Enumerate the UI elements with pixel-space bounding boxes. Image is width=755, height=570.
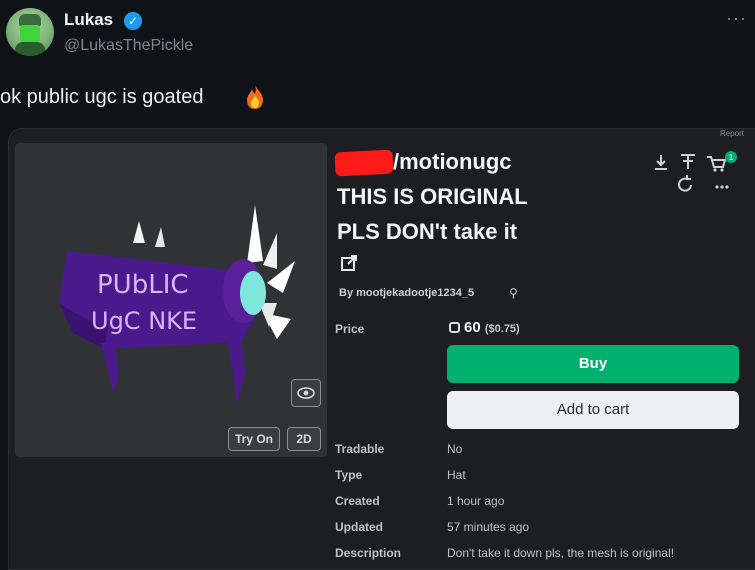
avatar-body: [15, 42, 45, 56]
detail-label: Updated: [335, 520, 383, 534]
more-icon[interactable]: [715, 185, 729, 189]
external-link-icon[interactable]: [339, 253, 359, 273]
item-title-line: PLS DON't take it: [337, 219, 518, 244]
svg-text:1: 1: [729, 153, 734, 162]
redacted-username: [334, 149, 394, 177]
item-title-line: THIS IS ORIGINAL: [337, 184, 528, 209]
detail-value: Hat: [447, 468, 466, 482]
download-icon[interactable]: [655, 155, 667, 170]
detail-label: Tradable: [335, 442, 385, 456]
item-actions: 1: [655, 151, 737, 192]
add-to-cart-button[interactable]: Add to cart: [447, 391, 739, 429]
item-mesh-preview: PUbLIC UgC NKE: [59, 205, 295, 405]
verified-badge-icon: ✓: [124, 12, 142, 30]
try-on-button[interactable]: Try On: [228, 427, 280, 451]
price-label: Price: [335, 322, 365, 336]
description-text: Don't take it down pls, the mesh is orig…: [447, 546, 675, 560]
toggle-view-button[interactable]: [291, 379, 321, 407]
eye-icon: [297, 387, 315, 399]
detail-value: No: [447, 442, 463, 456]
price-amount: 60: [464, 319, 481, 336]
price-usd: ($0.75): [484, 323, 520, 335]
detail-label: Description: [335, 546, 402, 560]
embedded-image[interactable]: Report PUbLIC UgC NKE Try On 2D /motionu…: [8, 128, 755, 570]
detail-value: 1 hour ago: [447, 494, 505, 508]
detail-value: 57 minutes ago: [447, 520, 530, 534]
author-handle[interactable]: @LukasThePickle: [64, 37, 193, 55]
author-avatar[interactable]: [6, 8, 54, 56]
studio-icon[interactable]: [681, 154, 695, 169]
refresh-icon[interactable]: [678, 175, 692, 192]
author-name[interactable]: Lukas: [64, 10, 113, 30]
item-title-group: /motionugc: [393, 149, 512, 174]
detail-label: Created: [335, 494, 380, 508]
buy-button[interactable]: Buy: [447, 345, 739, 383]
svg-text:UgC NKE: UgC NKE: [91, 307, 197, 335]
price-value: 60 ($0.75): [449, 319, 520, 336]
more-options-icon[interactable]: ···: [726, 8, 747, 29]
fire-emoji-icon: [247, 85, 263, 109]
cart-icon[interactable]: [707, 156, 727, 172]
avatar-face: [20, 25, 40, 43]
creator-link[interactable]: By mootjekadootje1234_5: [339, 287, 474, 299]
svg-text:PUbLIC: PUbLIC: [97, 270, 189, 300]
item-3d-viewer[interactable]: PUbLIC UgC NKE Try On 2D: [15, 143, 327, 457]
tweet-text: ok public ugc is goated: [0, 86, 204, 108]
robux-icon: [449, 322, 460, 333]
detail-label: Type: [335, 468, 363, 482]
search-icon[interactable]: ⚲: [509, 286, 518, 300]
report-link[interactable]: Report: [720, 129, 744, 138]
view-2d-button[interactable]: 2D: [287, 427, 321, 451]
